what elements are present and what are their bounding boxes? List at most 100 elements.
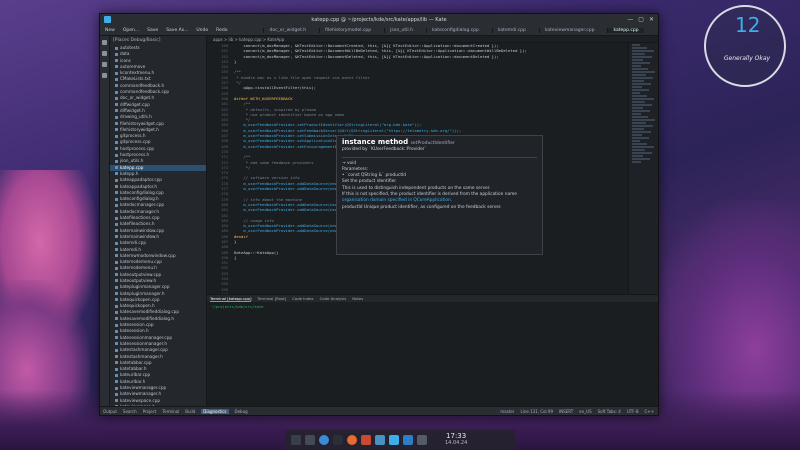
minimap-line xyxy=(632,98,654,100)
syntax-mode[interactable]: C++ xyxy=(645,409,655,414)
projects-icon[interactable] xyxy=(102,51,107,56)
encoding[interactable]: UTF-8 xyxy=(627,409,639,414)
minimap-line xyxy=(632,158,650,160)
minimap-line xyxy=(632,92,640,94)
minimap-line xyxy=(632,86,642,88)
minimap-line xyxy=(632,155,643,157)
mail-icon[interactable] xyxy=(375,435,385,445)
analog-clock-widget[interactable]: 12 Generally Okay xyxy=(704,5,786,87)
tab-filehistorymodel[interactable]: filehistorymodel.cpp xyxy=(319,27,376,33)
tab-terminal-katepp[interactable]: Terminal [katepp.cpp] xyxy=(210,295,252,302)
minimap-line xyxy=(632,53,645,55)
tab-kateconfigdialog[interactable]: kateconfigdialog.cpp xyxy=(425,27,484,33)
spotify-icon[interactable] xyxy=(361,435,371,445)
tab-katepp[interactable]: katepp.cpp xyxy=(607,27,644,33)
title-bar[interactable]: katepp.cpp @ ~/projects/kde/src/kate/app… xyxy=(100,14,658,25)
minimap-line xyxy=(632,161,641,163)
minimap-line xyxy=(632,128,644,130)
status-output[interactable]: Output xyxy=(103,409,117,414)
system-tray-icon[interactable] xyxy=(417,435,427,445)
git-icon[interactable] xyxy=(102,73,107,78)
tab-code-index[interactable]: Code Index xyxy=(292,295,313,302)
digital-clock[interactable]: 17:33 14.04.24 xyxy=(445,433,467,447)
breadcrumb[interactable]: apps > lib > katepp.cpp > KateApp xyxy=(207,36,658,43)
minimap-line xyxy=(632,101,645,103)
status-bar: Output Search Project Terminal Build Dia… xyxy=(100,406,658,415)
minimap-line xyxy=(632,50,654,52)
minimap-line xyxy=(632,44,640,46)
hover-tooltip: instance method setProductIdentifier pro… xyxy=(336,135,543,255)
line-number: 197 xyxy=(207,292,228,294)
code-line[interactable]: { xyxy=(234,255,628,260)
status-project[interactable]: Project xyxy=(143,409,157,414)
minimap-line xyxy=(632,152,652,154)
minimap-line xyxy=(632,122,646,124)
minimap[interactable] xyxy=(628,43,658,294)
minimap-line xyxy=(632,107,643,109)
kate-window[interactable]: katepp.cpp @ ~/projects/kde/src/kate/app… xyxy=(99,13,659,416)
redo-button[interactable]: Redo xyxy=(216,28,227,33)
minimap-line xyxy=(632,137,649,139)
undo-button[interactable]: Undo xyxy=(196,28,208,33)
maximize-button[interactable]: ▢ xyxy=(638,16,644,23)
minimap-line xyxy=(632,110,650,112)
status-diagnostics[interactable]: Diagnostics xyxy=(201,408,229,414)
terminal-panel[interactable]: Terminal [katepp.cpp] Terminal [Root] Co… xyxy=(207,294,658,406)
minimap-line xyxy=(632,65,641,67)
tab-terminal-root[interactable]: Terminal [Root] xyxy=(257,295,286,302)
tab-kateviewmanager[interactable]: kateviewmanager.cpp xyxy=(538,27,600,33)
terminal-icon[interactable] xyxy=(333,435,343,445)
dolphin-icon[interactable] xyxy=(403,435,413,445)
git-branch[interactable]: master xyxy=(500,409,514,414)
minimap-line xyxy=(632,146,654,148)
save-button[interactable]: Save xyxy=(147,28,158,33)
tooltip-signature: setProductIdentifier xyxy=(410,141,455,146)
open-button[interactable]: Open... xyxy=(123,28,139,33)
minimap-line xyxy=(632,71,655,73)
save-as-button[interactable]: Save As... xyxy=(166,28,188,33)
input-mode[interactable]: INSERT xyxy=(559,409,573,414)
clock-caption: Generally Okay xyxy=(723,55,771,62)
minimap-line xyxy=(632,80,644,82)
app-launcher-icon[interactable] xyxy=(291,435,301,445)
kate-icon[interactable] xyxy=(389,435,399,445)
status-debug[interactable]: Debug xyxy=(235,409,248,414)
minimap-line xyxy=(632,47,647,49)
indentation[interactable]: Soft Tabs: 4 xyxy=(598,409,621,414)
file-tree-header: [Places Debug/Basic] xyxy=(113,38,161,43)
clock-date: 14.04.24 xyxy=(445,440,468,446)
line-number-gutter: 150 151 152 153 154 155 156 157 158 159 160 161 162 1… xyxy=(207,43,231,294)
status-build[interactable]: Build xyxy=(185,409,195,414)
status-terminal[interactable]: Terminal xyxy=(162,409,179,414)
editor-area: apps > lib > katepp.cpp > KateApp 150 151… xyxy=(207,36,658,406)
tab-doc-or-widget[interactable]: doc_or_widget.h xyxy=(263,27,311,33)
minimap-line xyxy=(632,116,648,118)
tab-katemdi[interactable]: katemdi.cpp xyxy=(491,27,531,33)
new-button[interactable]: New xyxy=(105,28,115,33)
clock-hour-number: 12 xyxy=(735,13,761,37)
tab-code-analysis[interactable]: Code Analysis xyxy=(320,295,347,302)
minimap-line xyxy=(632,68,648,70)
filesystem-icon[interactable] xyxy=(102,62,107,67)
chromium-icon[interactable] xyxy=(319,435,329,445)
documents-icon[interactable] xyxy=(102,40,107,45)
minimize-button[interactable]: — xyxy=(627,16,633,23)
status-search[interactable]: Search xyxy=(123,409,137,414)
tab-notes[interactable]: Notes xyxy=(352,295,363,302)
panel-tabs: Terminal [katepp.cpp] Terminal [Root] Co… xyxy=(207,295,658,302)
minimap-line xyxy=(632,104,652,106)
code-editor[interactable]: 150 151 152 153 154 155 156 157 158 159 160 161 162 1… xyxy=(207,43,658,294)
minimap-line xyxy=(632,125,653,127)
pager-icon[interactable] xyxy=(305,435,315,445)
firefox-icon[interactable] xyxy=(347,435,357,445)
taskbar: 17:33 14.04.24 xyxy=(285,430,515,450)
dictionary[interactable]: en_US xyxy=(579,409,591,414)
minimap-line xyxy=(632,74,646,76)
tooltip-provided-by: provided by `KUserFeedback::Provider` xyxy=(342,147,427,153)
close-button[interactable]: ✕ xyxy=(649,16,654,23)
cursor-position[interactable]: Line 131, Col 99 xyxy=(521,409,554,414)
tab-json-util[interactable]: json_util.h xyxy=(384,27,418,33)
project-file-tree[interactable]: [Places Debug/Basic] autotests data icons a… xyxy=(110,36,207,406)
window-controls: — ▢ ✕ xyxy=(627,16,654,23)
terminal-prompt[interactable]: ~/projects/kde/src/kate xyxy=(207,302,658,311)
